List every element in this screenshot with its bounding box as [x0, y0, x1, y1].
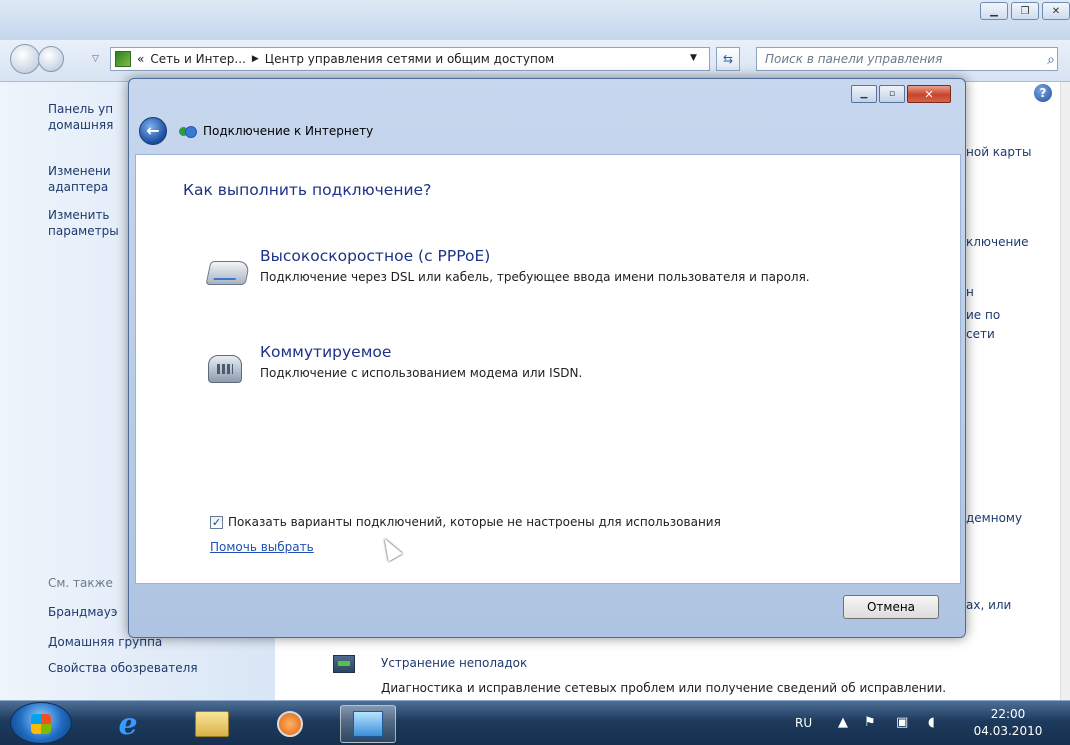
see-also-firewall[interactable]: Брандмауэ	[48, 604, 117, 620]
breadcrumb-separator-icon[interactable]: ▶	[252, 54, 259, 64]
troubleshoot-link[interactable]: Устранение неполадок	[381, 656, 527, 670]
recent-pages-dropdown[interactable]: ▽	[92, 54, 99, 64]
see-also-internet-options[interactable]: Свойства обозревателя	[48, 660, 198, 676]
partial-text-6: демному	[966, 511, 1023, 525]
sidebar-link-home[interactable]: Панель уп домашняя	[48, 101, 128, 133]
action-center-flag-icon[interactable]: ⚑	[864, 715, 876, 730]
broadband-modem-icon	[205, 261, 251, 285]
control-panel-icon	[353, 711, 383, 737]
address-dropdown-icon[interactable]: ▼	[690, 53, 697, 63]
dialog-content: Как выполнить подключение? Высокоскорост…	[135, 154, 961, 584]
clock-time: 22:00	[990, 707, 1026, 721]
refresh-button[interactable]: ⇆	[716, 47, 740, 71]
network-center-icon	[115, 51, 131, 67]
maximize-button[interactable]: ❐	[1011, 2, 1039, 20]
dialup-phone-icon	[208, 355, 242, 383]
system-clock[interactable]: 22:00 04.03.2010	[968, 706, 1048, 740]
dialog-heading: Как выполнить подключение?	[183, 181, 432, 199]
dialog-close-button[interactable]: ✕	[907, 85, 951, 103]
volume-icon[interactable]: ◖	[928, 715, 935, 730]
window-caption-buttons: ▁ ❐ ✕	[977, 2, 1070, 20]
taskbar-media-player[interactable]	[262, 705, 318, 743]
address-prefix: «	[137, 52, 145, 66]
see-also-label: См. также	[48, 576, 113, 590]
partial-text-4: ие по	[966, 308, 1001, 322]
internet-connection-dialog: ▁ ▫ ✕ ← Подключение к Интернету Как выпо…	[128, 78, 966, 638]
dialog-caption-buttons: ▁ ▫ ✕	[849, 85, 951, 103]
search-placeholder: Поиск в панели управления	[765, 52, 943, 66]
address-bar: ▽ « Сеть и Интер... ▶ Центр управления с…	[0, 40, 1070, 82]
show-hidden-icons-icon[interactable]: ▲	[838, 715, 848, 730]
search-input[interactable]: Поиск в панели управления ⌕	[756, 47, 1058, 71]
show-options-label[interactable]: Показать варианты подключений, которые н…	[228, 515, 721, 529]
option-broadband-title[interactable]: Высокоскоростное (с PPPoE)	[260, 247, 490, 265]
media-player-icon	[277, 711, 303, 737]
breadcrumb-network-center[interactable]: Центр управления сетями и общим доступом	[265, 52, 554, 66]
sidebar-link-adapter[interactable]: Изменени адаптера	[48, 163, 128, 195]
option-dialup-description: Подключение с использованием модема или …	[260, 366, 583, 380]
search-icon[interactable]: ⌕	[1047, 49, 1055, 71]
taskbar-ie[interactable]: e	[100, 705, 156, 743]
window-titlebar: ▁ ❐ ✕	[0, 0, 1070, 40]
help-icon[interactable]: ?	[1034, 84, 1052, 102]
start-button[interactable]	[10, 702, 72, 744]
folder-icon	[195, 711, 229, 737]
show-options-checkbox[interactable]: ✓	[210, 515, 223, 529]
partial-text-7: ах, или	[966, 598, 1012, 612]
back-button[interactable]	[10, 44, 40, 74]
dialog-minimize-button[interactable]: ▁	[851, 85, 877, 103]
option-broadband-description: Подключение через DSL или кабель, требую…	[260, 270, 810, 284]
troubleshoot-icon	[333, 655, 355, 673]
partial-text-5: сети	[966, 327, 995, 341]
sidebar-link-settings[interactable]: Изменить параметры	[48, 207, 128, 239]
mouse-cursor-icon	[377, 534, 403, 562]
dialog-back-button[interactable]: ←	[139, 117, 167, 145]
partial-text-3: н	[966, 285, 974, 299]
partial-text-1: ной карты	[966, 145, 1032, 159]
show-options-row[interactable]: ✓ Показать варианты подключений, которые…	[210, 515, 721, 529]
internet-explorer-icon: e	[118, 706, 138, 742]
network-tray-icon[interactable]: ▣	[896, 715, 908, 730]
cancel-button[interactable]: Отмена	[843, 595, 939, 619]
dialog-title: Подключение к Интернету	[203, 124, 374, 138]
clock-date: 04.03.2010	[973, 724, 1043, 738]
partial-text-2: ключение	[966, 235, 1029, 249]
forward-button[interactable]	[38, 46, 64, 72]
breadcrumb-network[interactable]: Сеть и Интер...	[150, 52, 246, 66]
taskbar: e RU ▲ ⚑ ▣ ◖ 22:00 04.03.2010	[0, 700, 1070, 745]
taskbar-control-panel[interactable]	[340, 705, 396, 743]
close-button[interactable]: ✕	[1042, 2, 1070, 20]
minimize-button[interactable]: ▁	[980, 2, 1008, 20]
help-choose-link[interactable]: Помочь выбрать	[210, 540, 314, 554]
vertical-scrollbar[interactable]	[1060, 82, 1070, 700]
address-field[interactable]: « Сеть и Интер... ▶ Центр управления сет…	[110, 47, 710, 71]
dialog-maximize-button[interactable]: ▫	[879, 85, 905, 103]
internet-connection-icon	[179, 125, 197, 139]
taskbar-explorer[interactable]	[184, 705, 240, 743]
troubleshoot-description: Диагностика и исправление сетевых пробле…	[381, 681, 947, 695]
language-indicator[interactable]: RU	[795, 716, 812, 730]
option-dialup-title[interactable]: Коммутируемое	[260, 343, 391, 361]
